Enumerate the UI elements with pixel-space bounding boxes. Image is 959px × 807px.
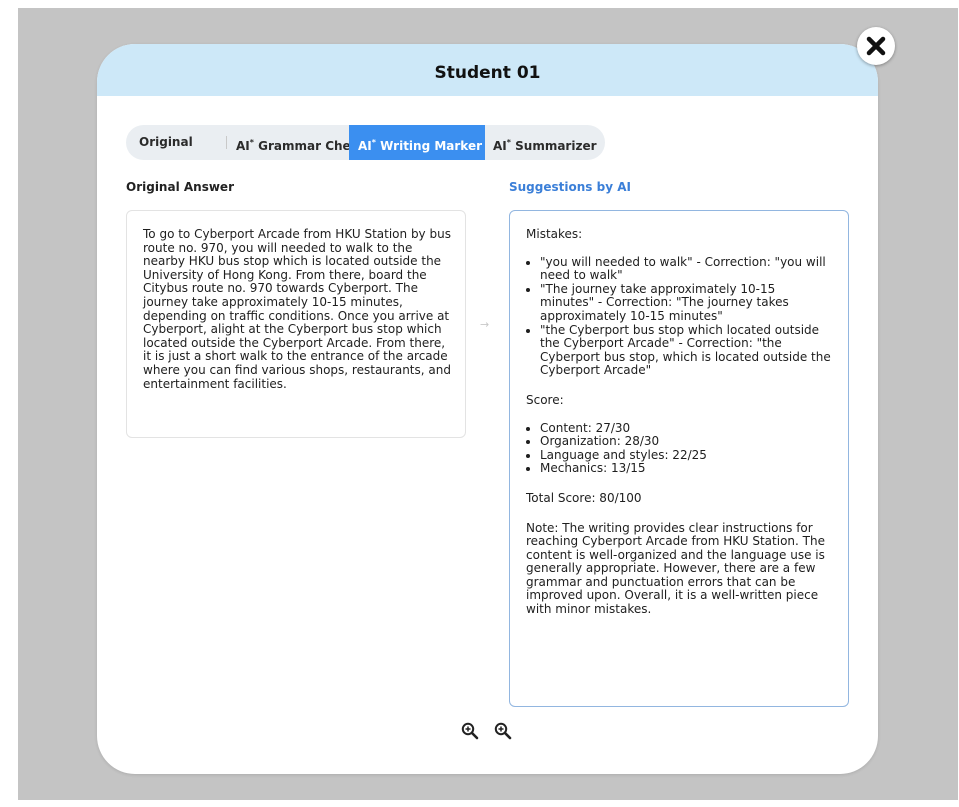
list-item: Content: 27/30 — [540, 421, 832, 436]
mistakes-list: "you will needed to walk" - Correction: … — [526, 255, 832, 378]
tab-divider — [226, 136, 227, 149]
mistakes-title: Mistakes: — [526, 227, 583, 241]
ai-suggestions-content: Mistakes: "you will needed to walk" - Co… — [526, 227, 832, 617]
list-item: "you will needed to walk" - Correction: … — [540, 255, 832, 283]
tab-bar: Original AI* Grammar Checker AI* Writing… — [126, 125, 605, 160]
student-modal: Student 01 Original AI* Grammar Checker … — [97, 44, 878, 774]
score-title: Score: — [526, 392, 564, 407]
tab-original[interactable]: Original — [139, 125, 193, 160]
tab-prefix: AI — [358, 139, 372, 153]
total-score: Total Score: 80/100 — [526, 490, 642, 505]
close-icon — [866, 36, 886, 56]
tab-label: Summarizer — [510, 139, 597, 153]
modal-header: Student 01 — [97, 44, 878, 96]
original-answer-box: To go to Cyberport Arcade from HKU Stati… — [126, 210, 466, 438]
tab-prefix: AI — [493, 139, 507, 153]
modal-title: Student 01 — [434, 63, 541, 83]
original-answer-text: To go to Cyberport Arcade from HKU Stati… — [143, 227, 451, 391]
ai-note: Note: The writing provides clear instruc… — [526, 520, 825, 617]
tab-label: Original — [139, 135, 193, 149]
tab-label: Writing Marker — [375, 139, 483, 153]
arrow-icon: → — [480, 318, 490, 331]
list-item: Mechanics: 13/15 — [540, 462, 832, 476]
suggestions-heading: Suggestions by AI — [509, 180, 631, 194]
zoom-in-icon[interactable] — [461, 722, 479, 740]
zoom-out-icon[interactable] — [494, 722, 512, 740]
tab-ai-writing-marker[interactable]: AI* Writing Marker — [349, 125, 485, 160]
list-item: "The journey take approximately 10-15 mi… — [540, 282, 832, 324]
close-button[interactable] — [857, 27, 895, 65]
ai-suggestions-box: Mistakes: "you will needed to walk" - Co… — [509, 210, 849, 707]
original-answer-heading: Original Answer — [126, 180, 234, 194]
list-item: Organization: 28/30 — [540, 435, 832, 449]
list-item: "the Cyberport bus stop which located ou… — [540, 323, 832, 378]
tab-prefix: AI — [236, 139, 250, 153]
tab-ai-summarizer[interactable]: AI* Summarizer — [493, 125, 597, 160]
list-item: Language and styles: 22/25 — [540, 448, 832, 463]
score-list: Content: 27/30 Organization: 28/30 Langu… — [526, 421, 832, 476]
